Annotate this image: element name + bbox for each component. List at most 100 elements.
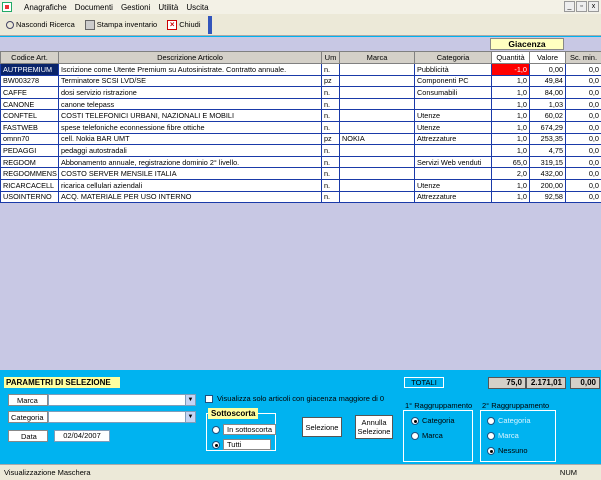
table-cell[interactable]: n. <box>321 155 340 169</box>
table-cell[interactable] <box>339 63 415 76</box>
annulla-selezione-button[interactable]: Annulla Selezione <box>355 415 393 439</box>
table-cell[interactable]: 200,00 <box>529 178 566 192</box>
table-cell[interactable]: n. <box>321 120 340 134</box>
table-cell[interactable]: 0,0 <box>565 86 601 99</box>
table-cell[interactable] <box>414 144 492 157</box>
table-cell[interactable]: 1,0 <box>491 109 530 122</box>
table-cell[interactable]: COSTI TELEFONICI URBANI, NAZIONALI E MOB… <box>58 109 322 122</box>
table-cell[interactable]: ricarica cellulari aziendali <box>58 178 322 192</box>
table-cell[interactable]: n. <box>321 63 340 76</box>
menu-uscita[interactable]: Uscita <box>186 3 208 12</box>
table-cell[interactable]: ACQ. MATERIALE PER USO INTERNO <box>58 190 322 204</box>
table-row[interactable]: RICARCACELL ricarica cellulari aziendali n… <box>0 178 601 192</box>
table-cell[interactable]: 84,00 <box>529 86 566 99</box>
table-row[interactable]: REGDOM Abbonamento annuale, registrazione… <box>0 155 601 169</box>
minimize-icon[interactable]: _ <box>564 1 575 12</box>
table-cell[interactable]: 0,0 <box>565 109 601 122</box>
radio-button[interactable] <box>411 431 419 440</box>
restore-icon[interactable]: ▫ <box>576 1 587 12</box>
table-row[interactable]: USOINTERNO ACQ. MATERIALE PER USO INTERNO… <box>0 190 601 204</box>
table-cell[interactable]: Terminatore SCSI LVD/SE <box>58 74 322 88</box>
table-cell[interactable]: 0,0 <box>565 63 601 76</box>
table-cell[interactable]: cell. Nokia BAR UMT <box>58 132 322 146</box>
table-row[interactable]: omnn70 cell. Nokia BAR UMT pz NOKIA Attrezza… <box>0 132 601 146</box>
table-row[interactable]: CAFFE dosi servizio ristrazione n. Consumab… <box>0 86 601 99</box>
table-cell[interactable]: COSTO SERVER MENSILE ITALIA <box>58 167 322 180</box>
group2-radio-marca[interactable]: Marca <box>487 431 519 440</box>
table-cell[interactable]: 1,0 <box>491 97 530 111</box>
table-cell[interactable]: n. <box>321 178 340 192</box>
table-cell[interactable]: FASTWEB <box>0 120 59 134</box>
table-cell[interactable]: 60,02 <box>529 109 566 122</box>
table-row[interactable]: BW003278 Terminatore SCSI LVD/SE pz Compone… <box>0 74 601 88</box>
table-cell[interactable]: n. <box>321 86 340 99</box>
radio-button[interactable] <box>487 431 495 440</box>
table-cell[interactable]: 0,0 <box>565 167 601 180</box>
col-header-um[interactable]: Um <box>321 51 340 64</box>
table-cell[interactable] <box>339 74 415 88</box>
table-cell[interactable]: CAFFE <box>0 86 59 99</box>
toolbar-overflow-handle[interactable] <box>207 15 212 34</box>
table-cell[interactable]: 1,0 <box>491 190 530 204</box>
table-cell[interactable] <box>339 167 415 180</box>
table-cell[interactable] <box>414 97 492 111</box>
table-cell[interactable]: Servizi Web venduti <box>414 155 492 169</box>
menu-gestioni[interactable]: Gestioni <box>121 3 150 12</box>
radio-button[interactable] <box>411 416 419 425</box>
table-cell[interactable]: REGDOMMENS <box>0 167 59 180</box>
hide-search-button[interactable]: Nascondi Ricerca <box>2 16 79 34</box>
table-cell[interactable]: n. <box>321 167 340 180</box>
table-cell[interactable]: 0,0 <box>565 132 601 146</box>
table-cell[interactable] <box>339 155 415 169</box>
col-header-descrizione[interactable]: Descrizione Articolo <box>58 51 322 64</box>
table-cell[interactable]: n. <box>321 144 340 157</box>
group2-radio-nessuno[interactable]: Nessuno <box>487 446 528 455</box>
table-cell[interactable] <box>339 178 415 192</box>
table-cell[interactable] <box>339 109 415 122</box>
col-header-sc-min[interactable]: Sc. min. <box>565 51 601 64</box>
col-header-marca[interactable]: Marca <box>339 51 415 64</box>
table-row[interactable]: REGDOMMENS COSTO SERVER MENSILE ITALIA n. 2… <box>0 167 601 180</box>
group1-radio-categoria[interactable]: Categoria <box>411 416 455 425</box>
marca-select[interactable]: ▼ <box>48 394 196 406</box>
table-cell[interactable]: 65,0 <box>491 155 530 169</box>
menu-anagrafiche[interactable]: Anagrafiche <box>24 3 67 12</box>
radio-button[interactable] <box>212 425 220 434</box>
table-cell[interactable]: 432,00 <box>529 167 566 180</box>
table-cell[interactable] <box>339 144 415 157</box>
table-cell[interactable]: BW003278 <box>0 74 59 88</box>
table-cell[interactable]: spese telefoniche econnessione fibre ott… <box>58 120 322 134</box>
table-cell[interactable] <box>414 167 492 180</box>
close-window-icon[interactable]: x <box>588 1 599 12</box>
table-cell[interactable]: Pubblicità <box>414 63 492 76</box>
table-cell[interactable]: USOINTERNO <box>0 190 59 204</box>
table-cell[interactable]: 0,0 <box>565 144 601 157</box>
table-cell[interactable]: omnn70 <box>0 132 59 146</box>
table-cell[interactable]: Attrezzature <box>414 190 492 204</box>
table-row[interactable]: FASTWEB spese telefoniche econnessione fi… <box>0 120 601 134</box>
table-row[interactable]: CANONE canone telepass n. 1,0 1,03 0,0 <box>0 97 601 111</box>
table-cell[interactable]: 0,0 <box>565 120 601 134</box>
table-cell[interactable]: 1,0 <box>491 132 530 146</box>
table-cell[interactable] <box>339 190 415 204</box>
table-cell[interactable]: 2,0 <box>491 167 530 180</box>
table-cell[interactable]: Componenti PC <box>414 74 492 88</box>
table-cell[interactable]: pz <box>321 132 340 146</box>
table-cell[interactable]: 0,0 <box>565 155 601 169</box>
table-cell[interactable] <box>339 97 415 111</box>
radio-in-sottoscorta[interactable]: In sottoscorta <box>212 424 277 435</box>
print-inventory-button[interactable]: Stampa inventario <box>81 16 161 34</box>
table-cell[interactable]: 1,03 <box>529 97 566 111</box>
table-cell[interactable]: 674,29 <box>529 120 566 134</box>
table-cell[interactable]: Attrezzature <box>414 132 492 146</box>
table-cell[interactable]: -1,0 <box>491 63 530 76</box>
table-cell[interactable]: REGDOM <box>0 155 59 169</box>
group2-radio-categoria[interactable]: Categoria <box>487 416 531 425</box>
menu-documenti[interactable]: Documenti <box>75 3 113 12</box>
radio-button[interactable] <box>487 416 495 425</box>
only-positive-checkbox[interactable] <box>205 394 213 403</box>
table-cell[interactable]: dosi servizio ristrazione <box>58 86 322 99</box>
table-cell[interactable]: pedaggi autostradali <box>58 144 322 157</box>
table-cell[interactable]: n. <box>321 190 340 204</box>
table-cell[interactable]: AUTPREMIUM <box>0 63 59 76</box>
